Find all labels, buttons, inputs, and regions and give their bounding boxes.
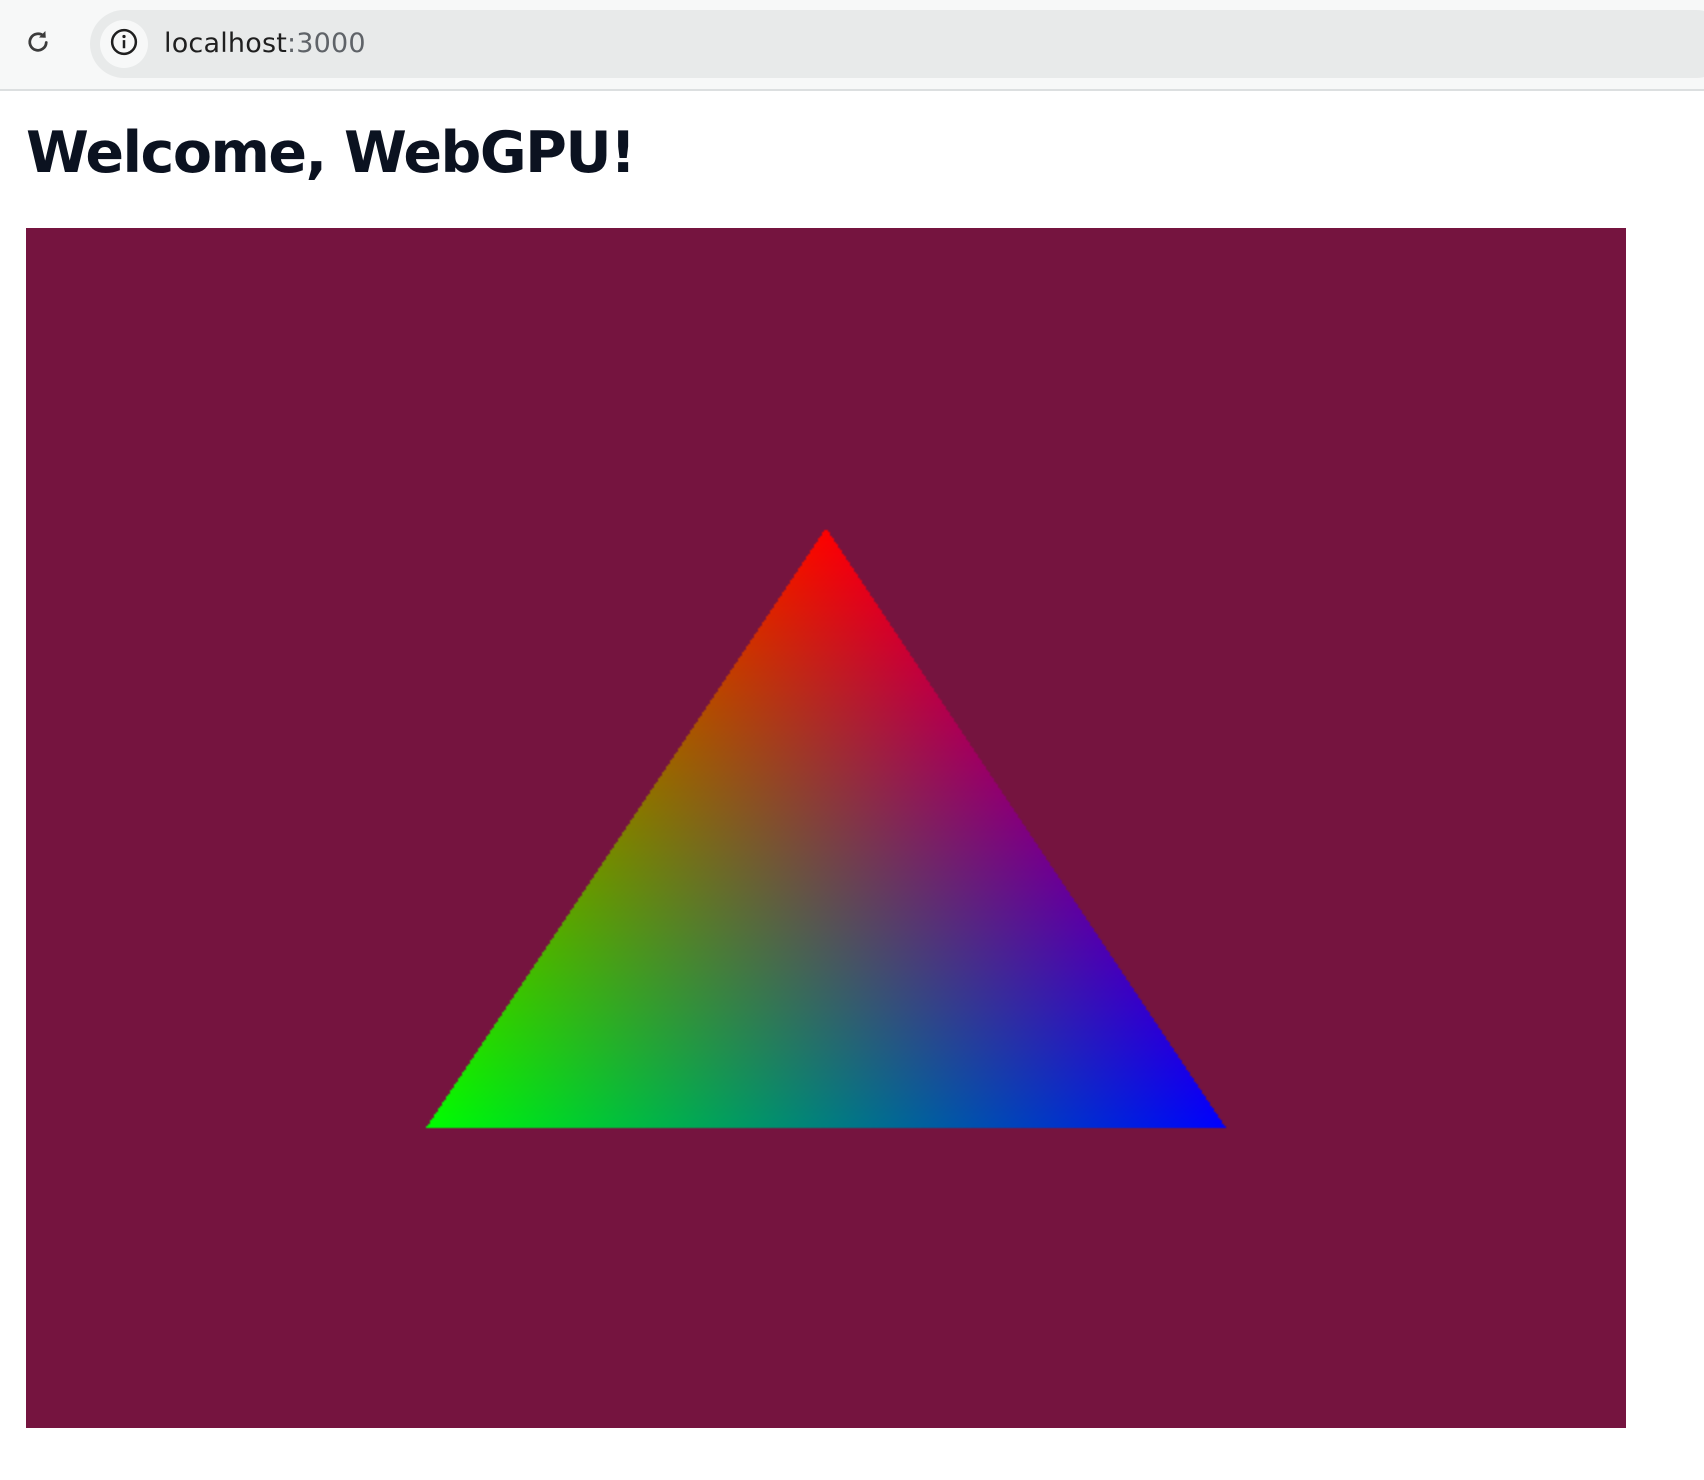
url-port: :3000 (287, 28, 366, 59)
reload-button[interactable] (18, 24, 58, 64)
site-info-button[interactable] (100, 20, 148, 68)
address-bar[interactable]: localhost:3000 (90, 10, 1704, 78)
page-title: Welcome, WebGPU! (26, 120, 636, 186)
info-icon (109, 27, 139, 61)
url-host: localhost (164, 28, 287, 59)
browser-toolbar: localhost:3000 (0, 0, 1704, 91)
reload-icon (23, 27, 53, 61)
webgpu-canvas (26, 228, 1626, 1428)
url-text[interactable]: localhost:3000 (164, 10, 366, 78)
